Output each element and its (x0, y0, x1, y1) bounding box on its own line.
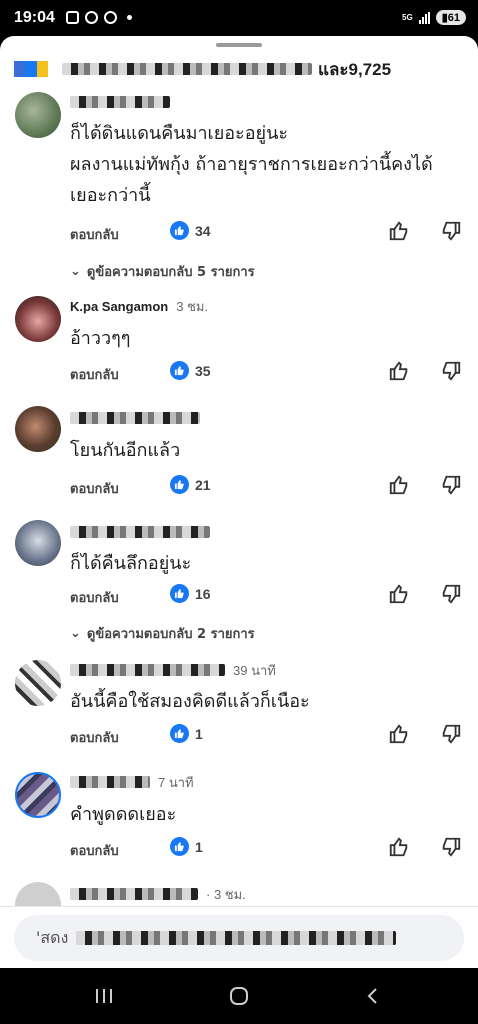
thumbs-down-icon[interactable] (440, 723, 462, 745)
chrome-icon (104, 11, 117, 24)
like-icon (170, 361, 189, 380)
commenter-name-redacted[interactable] (70, 526, 210, 538)
comment-time: 7 นาที (158, 774, 194, 790)
reaction-icons (14, 61, 48, 77)
chrome-icon (85, 11, 98, 24)
thumbs-up-icon[interactable] (388, 474, 410, 496)
avatar[interactable] (15, 660, 61, 706)
reactor-names-redacted (62, 63, 312, 75)
view-replies-button[interactable]: ⌄ ดูข้อความตอบกลับ 2 รายการ (70, 623, 255, 644)
back-icon (367, 988, 377, 1004)
comment-text: อันนี้คือใช้สมองคิดดีแล้วก็เนือะ (70, 691, 310, 712)
avatar[interactable] (15, 520, 61, 566)
avatar[interactable] (15, 406, 61, 452)
thumbs-up-icon[interactable] (388, 360, 410, 382)
thumbs-up-icon[interactable] (388, 836, 410, 858)
commenter-name-redacted[interactable] (70, 96, 170, 108)
commenter-name-redacted[interactable] (70, 888, 198, 900)
comment-time: 3 ชม. (176, 298, 209, 314)
comment-header (70, 410, 200, 426)
thumbs-down-icon[interactable] (440, 836, 462, 858)
like-count[interactable]: 16 (170, 584, 211, 603)
like-count[interactable]: 1 (170, 724, 203, 743)
battery-level: 61 (447, 12, 460, 24)
avatar[interactable] (15, 772, 61, 818)
system-indicators: 5G ▮61 (402, 10, 466, 25)
like-count[interactable]: 1 (170, 837, 203, 856)
commenter-name-redacted[interactable] (70, 664, 225, 676)
comment-time: 39 นาที (233, 662, 276, 678)
comment-input[interactable]: 'สดง (14, 915, 464, 961)
status-bar: 19:04 5G ▮61 (0, 0, 478, 36)
thumbs-up-icon[interactable] (388, 723, 410, 745)
comment-time: · 3 ชม. (206, 886, 246, 902)
thumbs-up-icon[interactable] (388, 583, 410, 605)
comment-text: ก็ได้ดินแดนคืนมาเยอะอยู่นะ ผลงานแม่ทัพกุ… (70, 123, 433, 206)
drag-handle[interactable] (216, 43, 262, 47)
commenter-name-redacted[interactable] (70, 776, 150, 788)
more-notifications-icon (127, 15, 132, 20)
network-type: 5G (402, 12, 413, 22)
comment-text: โยนกันอีกแล้ว (70, 440, 181, 461)
home-button[interactable] (224, 982, 254, 1010)
system-nav-bar (0, 968, 478, 1024)
reply-button[interactable]: ตอบกลับ (70, 364, 119, 385)
reply-button[interactable]: ตอบกลับ (70, 478, 119, 499)
view-replies-button[interactable]: ⌄ ดูข้อความตอบกลับ 5 รายการ (70, 261, 255, 282)
comments-sheet: และ9,725 ก็ได้ดินแดนคืนมาเยอะอยู่นะ ผลงา… (0, 36, 478, 968)
avatar[interactable] (15, 296, 61, 342)
chevron-down-icon: ⌄ (70, 264, 81, 279)
placeholder-redacted (76, 931, 397, 945)
thumbs-down-icon[interactable] (440, 474, 462, 496)
commenter-name[interactable]: K.pa Sangamon (70, 299, 168, 314)
reply-button[interactable]: ตอบกลับ (70, 727, 119, 748)
thumbs-up-icon[interactable] (388, 220, 410, 242)
comment-header: K.pa Sangamon 3 ชม. (70, 298, 208, 314)
reactions-count: และ9,725 (318, 59, 392, 79)
battery-indicator: ▮61 (435, 10, 466, 25)
comment-text: คำพูดดดเยอะ (70, 804, 177, 825)
signal-icon (418, 11, 430, 24)
avatar[interactable] (15, 92, 61, 138)
like-icon (170, 584, 189, 603)
like-icon (170, 221, 189, 240)
chevron-down-icon: ⌄ (70, 626, 81, 641)
comment-text: ก็ได้คืนลึกอยู่นะ (70, 553, 192, 574)
like-icon (170, 837, 189, 856)
comment-header (70, 94, 170, 110)
thumbs-down-icon[interactable] (440, 220, 462, 242)
comment-header: 7 นาที (70, 774, 194, 790)
recent-apps-button[interactable] (89, 982, 119, 1010)
comment-header (70, 524, 210, 540)
commenter-name-redacted[interactable] (70, 412, 200, 424)
like-icon (170, 475, 189, 494)
reply-button[interactable]: ตอบกลับ (70, 224, 119, 245)
screenshot-icon (66, 11, 79, 24)
comment-text: อ้าววๆๆ (70, 328, 131, 349)
reply-button[interactable]: ตอบกลับ (70, 587, 119, 608)
thumbs-down-icon[interactable] (440, 583, 462, 605)
thumbs-down-icon[interactable] (440, 360, 462, 382)
status-time: 19:04 (14, 9, 55, 26)
like-count[interactable]: 34 (170, 221, 211, 240)
reactions-summary[interactable]: และ9,725 (14, 58, 391, 80)
reply-button[interactable]: ตอบกลับ (70, 840, 119, 861)
home-icon (230, 987, 248, 1005)
notification-icons (66, 11, 132, 24)
like-icon (170, 724, 189, 743)
comment-header: 39 นาที (70, 662, 276, 678)
like-count[interactable]: 35 (170, 361, 211, 380)
comment-header: · 3 ชม. (70, 886, 246, 902)
back-button[interactable] (358, 982, 388, 1010)
comment-input-placeholder: 'สดง (36, 927, 69, 947)
recent-apps-icon (96, 989, 112, 1003)
like-count[interactable]: 21 (170, 475, 211, 494)
comment-input-bar: 'สดง (0, 906, 478, 968)
